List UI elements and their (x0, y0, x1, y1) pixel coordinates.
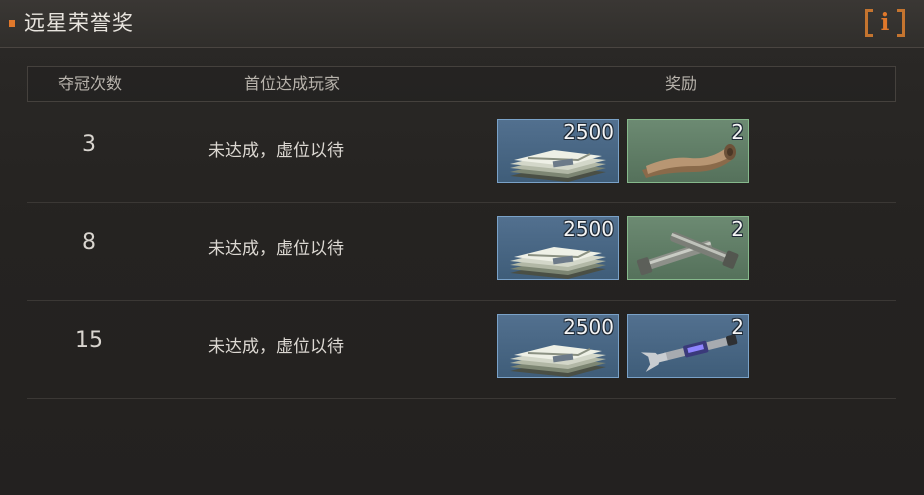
reward-quantity: 2 (731, 217, 744, 241)
table-row: 8 未达成，虚位以待 2500 2 (27, 202, 896, 301)
reward-wrench-tool[interactable]: 2 (627, 314, 749, 378)
reward-cash-bundle[interactable]: 2500 (497, 119, 619, 183)
table-row: 15 未达成，虚位以待 2500 2 (27, 300, 896, 399)
reward-quantity: 2500 (563, 120, 614, 144)
column-header-reward: 奖励 (664, 74, 697, 93)
column-header-count: 夺冠次数 (57, 74, 122, 93)
win-count: 3 (82, 132, 96, 157)
title-marker (9, 20, 15, 27)
column-header-first-player: 首位达成玩家 (243, 74, 340, 93)
reward-cash-bundle[interactable]: 2500 (497, 314, 619, 378)
first-player-status: 未达成，虚位以待 (208, 239, 344, 259)
reward-panel: 远星荣誉奖 i 夺冠次数 首位达成玩家 奖励 3 未达成，虚位以待 2500 2… (0, 0, 924, 495)
reward-quantity: 2 (731, 120, 744, 144)
reward-leather-scroll[interactable]: 2 (627, 119, 749, 183)
table-row: 3 未达成，虚位以待 2500 2 (27, 104, 896, 203)
reward-metal-bolts[interactable]: 2 (627, 216, 749, 280)
panel-title: 远星荣誉奖 (24, 11, 134, 35)
panel-header: 远星荣誉奖 i (0, 0, 924, 48)
win-count: 15 (75, 328, 103, 353)
first-player-status: 未达成，虚位以待 (208, 141, 344, 161)
reward-cash-bundle[interactable]: 2500 (497, 216, 619, 280)
first-player-status: 未达成，虚位以待 (208, 337, 344, 357)
reward-quantity: 2500 (563, 315, 614, 339)
info-icon: i (880, 9, 890, 36)
win-count: 8 (82, 230, 96, 255)
reward-quantity: 2500 (563, 217, 614, 241)
reward-quantity: 2 (731, 315, 744, 339)
info-button[interactable]: i (865, 9, 905, 37)
table-header: 夺冠次数 首位达成玩家 奖励 (27, 66, 896, 102)
